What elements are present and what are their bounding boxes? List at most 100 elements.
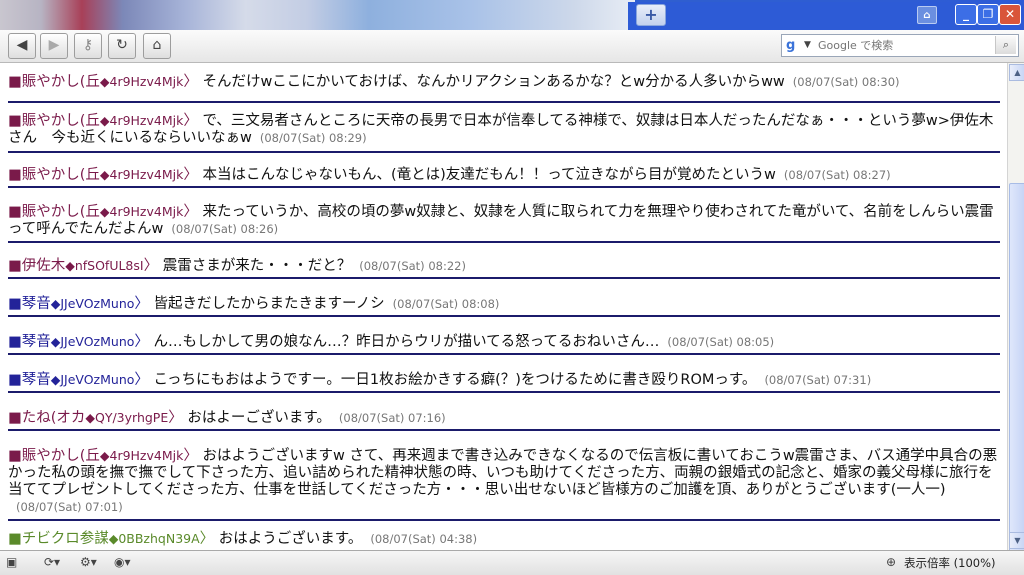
post-time: (08/07(Sat) 07:31) xyxy=(764,373,872,387)
post-marker: ■ xyxy=(8,74,22,90)
list-item: ■たね(オカ◆QY/3yrhgPE〉 おはよーございます。 (08/07(Sat)… xyxy=(8,409,1000,431)
arrow-right-icon: ▶ xyxy=(48,37,60,53)
post-author: 伊佐木 xyxy=(21,258,66,274)
google-icon[interactable]: g xyxy=(786,38,802,54)
key-button[interactable]: ⚷ xyxy=(74,33,102,59)
list-item: ■賑やかし(丘◆4r9Hzv4Mjk〉 おはようございますw さて、再来週まで書… xyxy=(8,447,1000,521)
post-time: (08/07(Sat) 08:30) xyxy=(792,75,900,89)
post-arrow: 〉 xyxy=(134,372,149,388)
post-trip: ◆nfSOfUL8sI xyxy=(65,258,144,273)
post-arrow: 〉 xyxy=(199,531,215,547)
post-arrow: 〉 xyxy=(183,204,198,220)
post-author: 琴音 xyxy=(21,296,51,312)
browser-toolbar: ◀ ▶ ⚷ ↻ ⌂ g ▼ ⌕ xyxy=(0,30,1024,63)
list-item: ■伊佐木◆nfSOfUL8sI〉 震雷さまが来た・・・だと？ (08/07(Sat… xyxy=(8,257,1000,279)
zoom-icon[interactable]: ⊕ xyxy=(886,554,896,570)
post-text: 皆起きだしたからまたきますーノシ xyxy=(153,296,385,312)
post-author: チビクロ参謀 xyxy=(21,531,109,547)
post-marker: ■ xyxy=(8,334,22,350)
post-author: 賑やかし(丘 xyxy=(21,167,100,183)
post-trip: ◆0BBzhqN39A xyxy=(108,531,200,546)
post-trip: ◆JJeVOzMuno xyxy=(50,296,135,311)
sync-icon[interactable]: ⟳▾ xyxy=(44,554,60,570)
post-marker: ■ xyxy=(8,372,22,388)
list-item: ■チビクロ参謀◆0BBzhqN39A〉 おはようございます。 (08/07(Sat… xyxy=(8,530,1000,550)
post-marker: ■ xyxy=(8,410,22,426)
post-marker: ■ xyxy=(8,531,22,547)
post-trip: ◆QY/3yrhgPE xyxy=(85,410,169,425)
minimize-button[interactable]: _ xyxy=(955,4,977,25)
post-marker: ■ xyxy=(8,258,22,274)
chevron-down-icon[interactable]: ▼ xyxy=(804,37,811,53)
post-marker: ■ xyxy=(8,204,22,220)
post-time: (08/07(Sat) 07:16) xyxy=(338,411,446,425)
post-trip: ◆4r9Hzv4Mjk xyxy=(99,74,184,89)
forward-button[interactable]: ▶ xyxy=(40,33,68,59)
post-time: (08/07(Sat) 08:08) xyxy=(392,297,500,311)
scroll-thumb[interactable] xyxy=(1009,183,1024,555)
post-arrow: 〉 xyxy=(168,410,183,426)
post-arrow: 〉 xyxy=(134,296,149,312)
list-item: ■賑やかし(丘◆4r9Hzv4Mjk〉 で、三文易者さんところに天帝の長男で日本… xyxy=(8,112,1000,153)
refresh-icon: ↻ xyxy=(116,37,128,53)
post-arrow: 〉 xyxy=(183,448,198,464)
search-button[interactable]: ⌕ xyxy=(995,36,1016,54)
post-arrow: 〉 xyxy=(183,167,198,183)
post-text: 震雷さまが来た・・・だと？ xyxy=(162,258,352,274)
zoom-level[interactable]: 表示倍率 (100%) xyxy=(904,555,996,571)
post-author: 琴音 xyxy=(21,372,51,388)
list-item: ■賑やかし(丘◆4r9Hzv4Mjk〉 来たっていうか、高校の頃の夢w奴隷と、奴… xyxy=(8,203,1000,243)
post-time: (08/07(Sat) 08:05) xyxy=(667,335,775,349)
home-icon: ⌂ xyxy=(152,37,162,53)
security-icon[interactable]: ◉▾ xyxy=(114,554,131,570)
scroll-up-button[interactable]: ▲ xyxy=(1009,64,1024,81)
post-marker: ■ xyxy=(8,448,22,464)
post-text: おはようございます。 xyxy=(218,531,363,547)
post-text: そんだけwここにかいておけば、なんかリアクションあるかな？とw分かる人多いからw… xyxy=(202,74,785,90)
post-trip: ◆4r9Hzv4Mjk xyxy=(99,448,184,463)
list-item: ■琴音◆JJeVOzMuno〉 こっちにもおはようですー。一日1枚お絵かきする癖… xyxy=(8,371,1000,393)
close-button[interactable]: ✕ xyxy=(999,4,1021,25)
search-icon: ⌕ xyxy=(1002,38,1010,51)
post-time: (08/07(Sat) 08:26) xyxy=(171,222,279,236)
list-item: ■琴音◆JJeVOzMuno〉 皆起きだしたからまたきますーノシ (08/07(S… xyxy=(8,295,1000,317)
post-time: (08/07(Sat) 04:38) xyxy=(370,532,478,546)
arrow-left-icon: ◀ xyxy=(16,37,28,53)
vertical-scrollbar[interactable]: ▲ ▼ xyxy=(1007,63,1024,555)
back-button[interactable]: ◀ xyxy=(8,33,36,59)
window-icon[interactable]: ⌂ xyxy=(917,6,937,24)
page-icon[interactable]: ▣ xyxy=(6,554,17,570)
post-author: 賑やかし(丘 xyxy=(21,448,100,464)
list-item: ■賑やかし(丘◆4r9Hzv4Mjk〉 そんだけwここにかいておけば、なんかリア… xyxy=(8,73,1000,103)
post-trip: ◆4r9Hzv4Mjk xyxy=(99,204,184,219)
post-trip: ◆JJeVOzMuno xyxy=(50,372,135,387)
search-input[interactable] xyxy=(818,36,988,54)
post-time: (08/07(Sat) 08:27) xyxy=(783,168,891,182)
home-button[interactable]: ⌂ xyxy=(143,33,171,59)
post-arrow: 〉 xyxy=(183,113,198,129)
post-marker: ■ xyxy=(8,167,22,183)
post-text: こっちにもおはようですー。一日1枚お絵かきする癖(？)をつけるために書き殴りRO… xyxy=(153,372,757,388)
post-time: (08/07(Sat) 08:22) xyxy=(359,259,466,273)
tools-icon[interactable]: ⚙▾ xyxy=(80,554,97,570)
post-marker: ■ xyxy=(8,296,22,312)
refresh-button[interactable]: ↻ xyxy=(108,33,136,59)
post-trip: ◆JJeVOzMuno xyxy=(50,334,135,349)
scroll-down-button[interactable]: ▼ xyxy=(1009,532,1024,549)
post-author: 賑やかし(丘 xyxy=(21,204,100,220)
post-arrow: 〉 xyxy=(183,74,198,90)
post-arrow: 〉 xyxy=(143,258,159,274)
post-author: 賑やかし(丘 xyxy=(21,74,100,90)
post-time: (08/07(Sat) 07:01) xyxy=(16,500,123,514)
post-time: (08/07(Sat) 08:29) xyxy=(259,131,367,145)
new-tab-button[interactable]: + xyxy=(636,4,666,26)
post-text: 本当はこんなじゃないもん、(竜とは)友達だもん！！って泣きながら目が覚めたという… xyxy=(202,167,776,183)
list-item: ■琴音◆JJeVOzMuno〉 ん…もしかして男の娘なん…？昨日からウリが描いて… xyxy=(8,333,1000,355)
post-author: 賑やかし(丘 xyxy=(21,113,100,129)
status-bar: ▣ ⟳▾ ⚙▾ ◉▾ ⊕ 表示倍率 (100%) xyxy=(0,550,1024,575)
search-box: g ▼ ⌕ xyxy=(781,34,1019,57)
maximize-button[interactable]: ❐ xyxy=(977,4,999,25)
post-trip: ◆4r9Hzv4Mjk xyxy=(99,167,184,182)
post-author: たね(オカ xyxy=(21,410,86,426)
post-text: おはよーございます。 xyxy=(187,410,331,426)
